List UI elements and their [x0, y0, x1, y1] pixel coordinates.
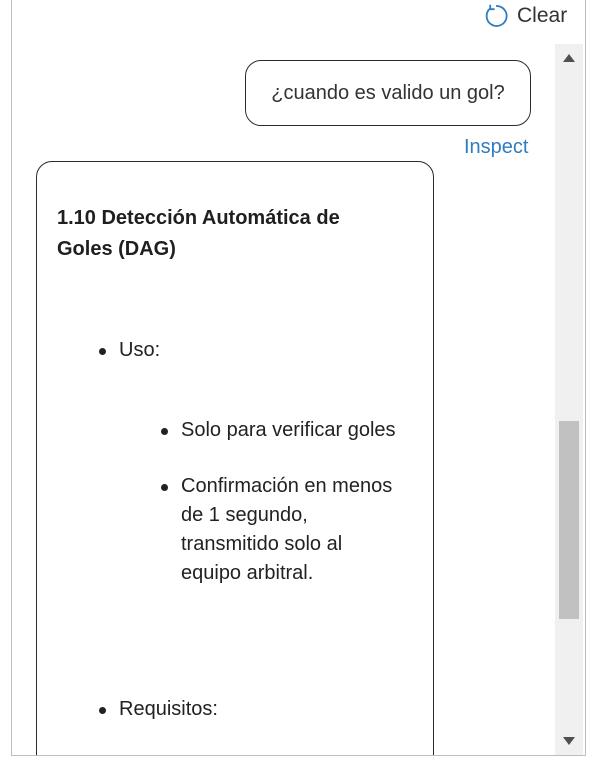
- sub-item-text: Confirmación en menos de 1 segundo, tran…: [181, 475, 393, 584]
- answer-title: 1.10 Detección Automática de Goles (DAG): [57, 207, 340, 260]
- list-item: Confirmación en menos de 1 segundo, tran…: [161, 472, 399, 588]
- refresh-icon: [485, 4, 508, 27]
- section-label-uso: Uso:: [119, 339, 161, 361]
- sub-item-text: Solo para verificar goles: [181, 419, 396, 441]
- bot-message-bubble: 1.10 Detección Automática de Goles (DAG)…: [36, 161, 434, 755]
- bullet-dot: [161, 428, 168, 435]
- inspect-link[interactable]: Inspect: [464, 136, 528, 159]
- vertical-scrollbar[interactable]: [555, 44, 583, 755]
- chat-panel: Clear ¿cuando es valido un gol? Inspect …: [11, 0, 586, 756]
- chat-log[interactable]: ¿cuando es valido un gol? Inspect 1.10 D…: [12, 44, 554, 755]
- list-item: Solo para verificar goles: [161, 416, 421, 445]
- clear-label: Clear: [517, 4, 568, 27]
- section-label-requisitos: Requisitos:: [119, 698, 218, 720]
- scroll-down-arrow-icon[interactable]: [555, 727, 583, 755]
- bullet-dot: [99, 707, 106, 714]
- scroll-up-arrow-icon[interactable]: [555, 44, 583, 72]
- bullet-dot: [99, 348, 106, 355]
- user-message-text: ¿cuando es valido un gol?: [271, 81, 505, 104]
- user-message-bubble: ¿cuando es valido un gol?: [245, 60, 531, 126]
- list-item: Requisitos:: [99, 695, 218, 724]
- bullet-dot: [161, 484, 168, 491]
- clear-button[interactable]: Clear: [483, 2, 567, 30]
- scroll-thumb[interactable]: [559, 421, 579, 619]
- list-item: Uso:: [99, 336, 161, 365]
